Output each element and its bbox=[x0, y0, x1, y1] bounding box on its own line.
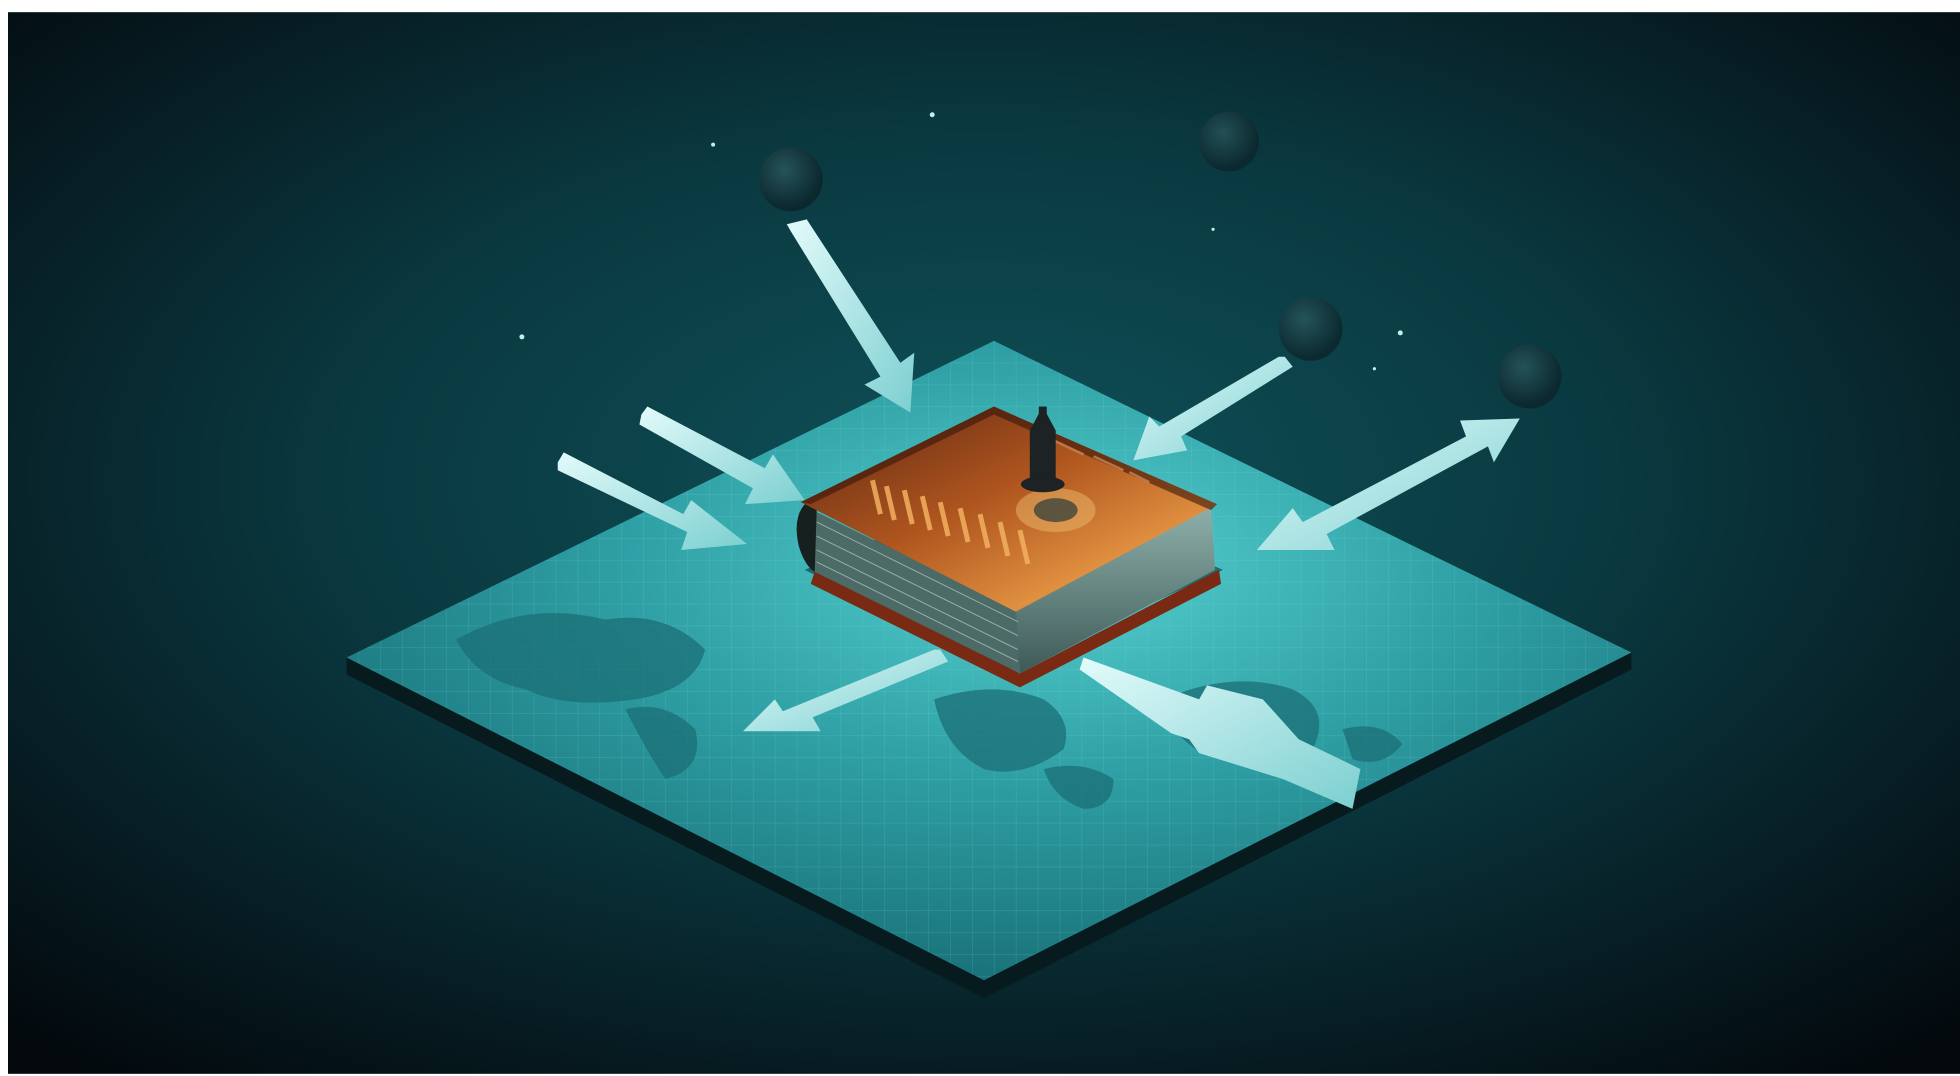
orb bbox=[1497, 344, 1562, 409]
orb bbox=[1199, 111, 1259, 172]
illustration-frame bbox=[8, 10, 1960, 1076]
scene-svg bbox=[8, 12, 1960, 1074]
orb bbox=[758, 147, 823, 212]
orb bbox=[1278, 297, 1343, 361]
